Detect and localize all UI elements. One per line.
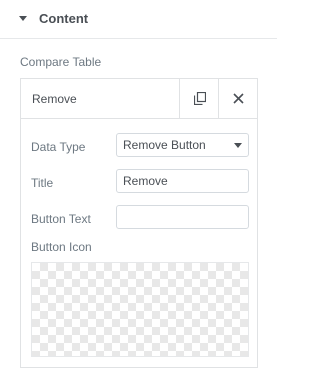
compare-table-label: Compare Table xyxy=(20,55,102,69)
repeater-item-header[interactable]: Remove xyxy=(21,79,257,119)
button-icon-label: Button Icon xyxy=(31,240,92,254)
remove-button[interactable] xyxy=(218,79,258,118)
repeater-item-title: Remove xyxy=(32,92,77,106)
button-text-label: Button Text xyxy=(31,212,91,226)
data-type-value: Remove Button xyxy=(123,138,206,152)
data-type-label: Data Type xyxy=(31,140,86,154)
title-label: Title xyxy=(31,176,54,190)
chevron-down-icon xyxy=(234,143,242,148)
compare-table-repeater: Remove Data Type Remove Button Title Rem… xyxy=(20,78,258,368)
duplicate-button[interactable] xyxy=(179,79,219,118)
data-type-select[interactable]: Remove Button xyxy=(116,133,249,157)
close-icon xyxy=(233,93,244,104)
section-header-content[interactable]: Content xyxy=(0,0,277,39)
button-icon-media-picker[interactable] xyxy=(31,262,249,357)
button-text-input[interactable] xyxy=(116,205,249,229)
title-input[interactable]: Remove xyxy=(116,169,249,193)
section-title: Content xyxy=(39,11,89,26)
caret-down-icon xyxy=(19,16,27,21)
copy-icon xyxy=(193,92,206,105)
